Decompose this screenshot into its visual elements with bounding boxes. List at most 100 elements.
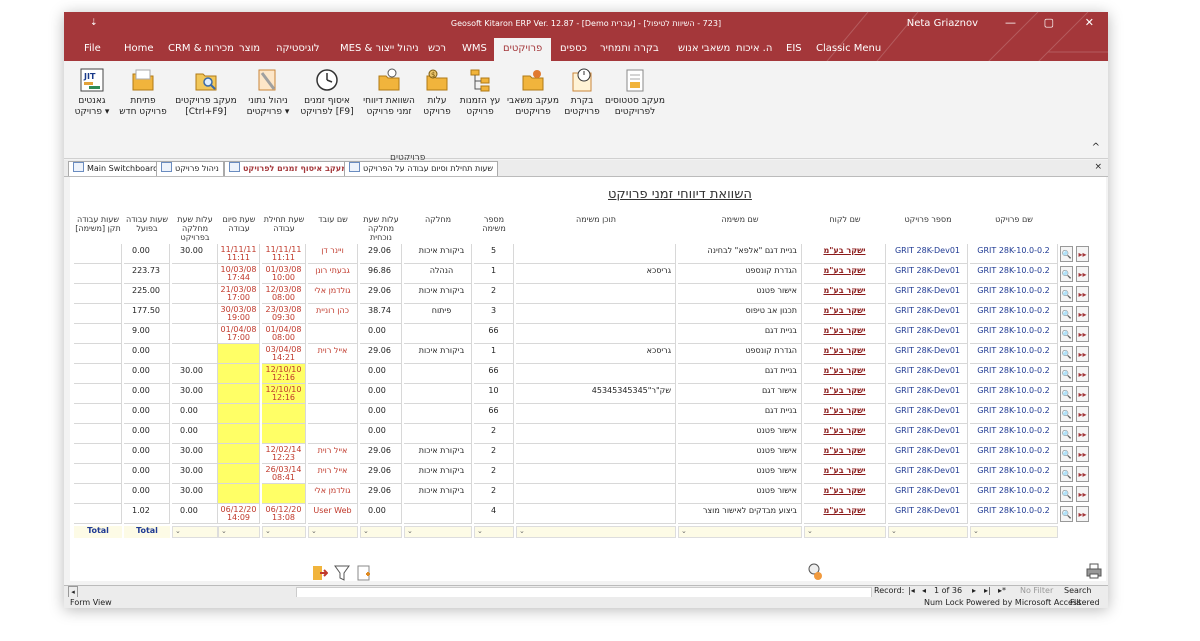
cell-content[interactable]: גריסכא <box>516 344 676 364</box>
cell-worker[interactable] <box>308 404 358 424</box>
filter-dropdown-pname[interactable]: ⌄ <box>970 526 1058 538</box>
cell-std[interactable] <box>74 404 122 424</box>
filter-dropdown-content[interactable]: ⌄ <box>516 526 676 538</box>
cell-content[interactable] <box>516 424 676 444</box>
new-project-button[interactable]: פתיחת פרויקט חדש <box>116 67 170 118</box>
cell-tname[interactable]: הגדרת קונספט <box>678 344 802 364</box>
cell-act[interactable]: 0.00 <box>124 404 170 424</box>
cell-content[interactable]: גריסכא <box>516 264 676 284</box>
open-record-icon[interactable]: ▸▸ <box>1076 346 1089 362</box>
cell-cust[interactable]: ישקר בע"מ <box>804 364 886 384</box>
cell-worker[interactable]: ויינר דן <box>308 244 358 264</box>
open-record-icon[interactable]: ▸▸ <box>1076 486 1089 502</box>
cell-pname[interactable]: GRIT 28K-10.0-0.2 <box>970 244 1058 264</box>
open-record-icon[interactable]: ▸▸ <box>1076 426 1089 442</box>
cell-pname[interactable]: GRIT 28K-10.0-0.2 <box>970 504 1058 524</box>
cell-tname[interactable]: אישור דגם <box>678 384 802 404</box>
cell-start[interactable]: 12/02/14 12:23 <box>262 444 306 464</box>
cell-dept[interactable]: ביקורת איכות <box>404 464 472 484</box>
track-statuses-button[interactable]: מעקב סטטוסים לפרויקטים <box>604 67 666 118</box>
order-tree-button[interactable]: עץ הזמנות פרויקט <box>456 67 504 118</box>
tab-product[interactable]: מוצר <box>239 43 260 54</box>
cell-worker[interactable] <box>308 324 358 344</box>
cell-start[interactable]: 03/04/08 14:21 <box>262 344 306 364</box>
cell-tname[interactable]: הגדרת קונספט <box>678 264 802 284</box>
search-icon[interactable]: 🔍 <box>1060 266 1073 282</box>
tab-mes[interactable]: MES & ניהול ייצור <box>340 43 419 54</box>
print-icon[interactable] <box>1086 563 1102 579</box>
cell-cost[interactable]: 0.00 <box>360 404 402 424</box>
cell-dept[interactable]: הנהלה <box>404 264 472 284</box>
cell-act[interactable]: 0.00 <box>124 344 170 364</box>
cell-cust[interactable]: ישקר בע"מ <box>804 464 886 484</box>
collect-times-button[interactable]: איסוף זמנים לפרויקט [F9] <box>298 67 356 118</box>
tab-file[interactable]: File <box>84 43 101 54</box>
cell-cust[interactable]: ישקר בע"מ <box>804 244 886 264</box>
cell-end[interactable]: 06/12/20 14:09 <box>218 504 260 524</box>
track-projects-button[interactable]: מעקב פרויקטים [Ctrl+F9] <box>174 67 238 118</box>
cell-end[interactable] <box>218 404 260 424</box>
cell-tno[interactable]: 66 <box>474 324 514 344</box>
cell-cost[interactable]: 0.00 <box>360 504 402 524</box>
cell-std[interactable] <box>74 504 122 524</box>
search-icon[interactable]: 🔍 <box>1060 326 1073 342</box>
cell-worker[interactable] <box>308 384 358 404</box>
cell-start[interactable]: 12/03/08 08:00 <box>262 284 306 304</box>
cell-cost[interactable]: 29.06 <box>360 244 402 264</box>
doc-tab-work-hours[interactable]: שעות תחילת וסיום עבודה על הפרויקט <box>344 161 499 176</box>
search-icon[interactable]: 🔍 <box>1060 506 1073 522</box>
cell-pno[interactable]: GRIT 28K-Dev01 <box>888 484 968 504</box>
cell-tno[interactable]: 10 <box>474 384 514 404</box>
cell-cust[interactable]: ישקר בע"מ <box>804 304 886 324</box>
cell-pno[interactable]: GRIT 28K-Dev01 <box>888 464 968 484</box>
open-record-icon[interactable]: ▸▸ <box>1076 446 1089 462</box>
cell-dcost[interactable]: 0.00 <box>172 504 218 524</box>
cell-tname[interactable]: בניית דגם <box>678 364 802 384</box>
filter-dropdown-pno[interactable]: ⌄ <box>888 526 968 538</box>
gantt-button[interactable]: JIT גאנטים פרויקט ▾ <box>72 67 112 118</box>
cell-content[interactable] <box>516 404 676 424</box>
compare-reports-button[interactable]: השוואת דיווחי זמני פרויקט <box>360 67 418 118</box>
cell-pname[interactable]: GRIT 28K-10.0-0.2 <box>970 384 1058 404</box>
cell-act[interactable]: 1.02 <box>124 504 170 524</box>
cell-std[interactable] <box>74 284 122 304</box>
cell-std[interactable] <box>74 344 122 364</box>
cell-start[interactable]: 12/10/10 12:16 <box>262 364 306 384</box>
search-icon[interactable]: 🔍 <box>1060 406 1073 422</box>
cell-dept[interactable]: פיתוח <box>404 304 472 324</box>
open-record-icon[interactable]: ▸▸ <box>1076 386 1089 402</box>
cell-start[interactable] <box>262 484 306 504</box>
cell-std[interactable] <box>74 424 122 444</box>
cell-pname[interactable]: GRIT 28K-10.0-0.2 <box>970 364 1058 384</box>
filter-dropdown-cust[interactable]: ⌄ <box>804 526 886 538</box>
cell-cost[interactable]: 29.06 <box>360 464 402 484</box>
cell-dept[interactable] <box>404 324 472 344</box>
cell-pname[interactable]: GRIT 28K-10.0-0.2 <box>970 324 1058 344</box>
cell-tno[interactable]: 66 <box>474 364 514 384</box>
cell-worker[interactable]: אייל רוית <box>308 444 358 464</box>
cell-end[interactable]: 10/03/08 17:44 <box>218 264 260 284</box>
exit-icon[interactable] <box>312 565 328 581</box>
cell-dcost[interactable]: 30.00 <box>172 364 218 384</box>
filter-dropdown-start[interactable]: ⌄ <box>262 526 306 538</box>
cell-std[interactable] <box>74 484 122 504</box>
cell-act[interactable]: 9.00 <box>124 324 170 344</box>
cell-end[interactable] <box>218 464 260 484</box>
cell-pno[interactable]: GRIT 28K-Dev01 <box>888 504 968 524</box>
cell-worker[interactable]: אייל רוית <box>308 344 358 364</box>
cell-tno[interactable]: 2 <box>474 484 514 504</box>
open-record-icon[interactable]: ▸▸ <box>1076 326 1089 342</box>
project-control-button[interactable]: בקרת פרויקטים <box>562 67 602 118</box>
cell-pname[interactable]: GRIT 28K-10.0-0.2 <box>970 284 1058 304</box>
doc-tab-main-switchboard[interactable]: Main Switchboard <box>68 161 164 176</box>
search-box[interactable]: Search <box>1064 586 1091 595</box>
cell-end[interactable] <box>218 444 260 464</box>
cell-end[interactable]: 11/11/11 11:11 <box>218 244 260 264</box>
cell-tno[interactable]: 4 <box>474 504 514 524</box>
cell-end[interactable]: 21/03/08 17:00 <box>218 284 260 304</box>
cell-worker[interactable] <box>308 364 358 384</box>
open-record-icon[interactable]: ▸▸ <box>1076 246 1089 262</box>
cell-dept[interactable] <box>404 504 472 524</box>
filter-dropdown-cost[interactable]: ⌄ <box>360 526 402 538</box>
cell-worker[interactable]: כהן רוניית <box>308 304 358 324</box>
